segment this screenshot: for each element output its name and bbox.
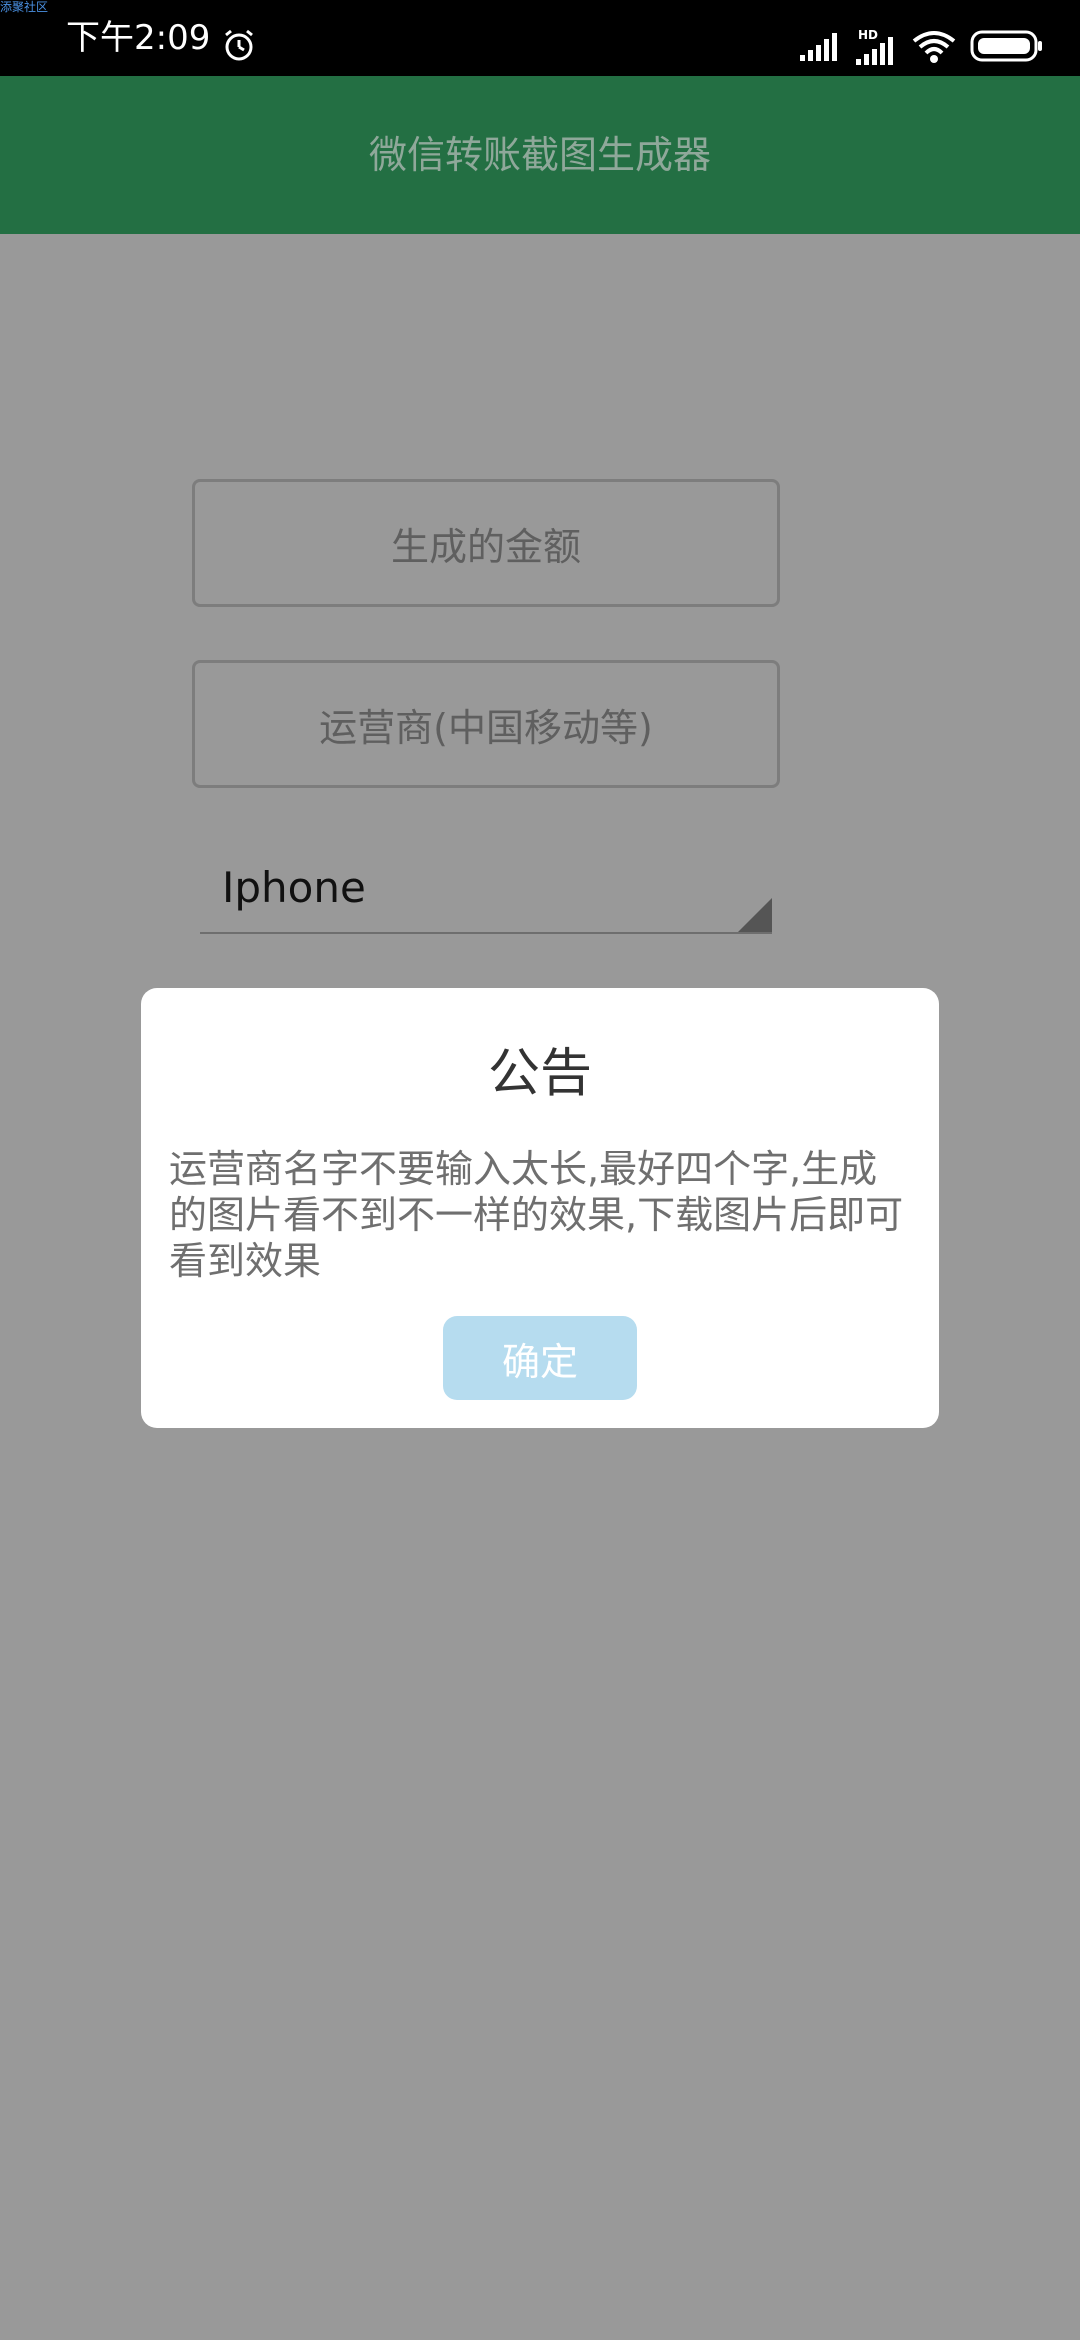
hd-label: HD (858, 28, 878, 42)
dialog-message: 运营商名字不要输入太长,最好四个字,生成的图片看不到不一样的效果,下载图片后即可… (169, 1147, 904, 1283)
confirm-button[interactable]: 确定 (443, 1316, 637, 1400)
screen: 添聚社区 下午2:09 HD 微信转账截图生成器 生成的金额 运营商(中国移动等… (0, 0, 1080, 2340)
amount-placeholder: 生成的金额 (390, 524, 581, 569)
device-select-value: Iphone (222, 863, 366, 912)
status-time: 下午2:09 (66, 18, 211, 58)
dialog-title: 公告 (487, 1044, 592, 1104)
device-select[interactable]: Iphone (200, 846, 772, 934)
hd-signal-icon: HD (856, 28, 893, 65)
watermark-text: 添聚社区 (0, 0, 49, 14)
wifi-icon (912, 31, 956, 63)
status-bar: 添聚社区 下午2:09 HD (0, 0, 1080, 76)
app-bar: 微信转账截图生成器 (0, 76, 1080, 234)
notice-dialog: 公告 运营商名字不要输入太长,最好四个字,生成的图片看不到不一样的效果,下载图片… (141, 988, 939, 1428)
carrier-placeholder: 运营商(中国移动等) (319, 705, 653, 750)
signal-icon (800, 33, 837, 61)
app-title: 微信转账截图生成器 (368, 133, 711, 177)
carrier-input[interactable]: 运营商(中国移动等) (192, 660, 780, 788)
alarm-icon (225, 29, 253, 61)
status-icons: HD (800, 24, 1044, 68)
amount-input[interactable]: 生成的金额 (192, 479, 780, 607)
battery-icon (970, 30, 1042, 62)
confirm-button-label: 确定 (501, 1339, 578, 1384)
dropdown-arrow-icon (738, 898, 772, 932)
